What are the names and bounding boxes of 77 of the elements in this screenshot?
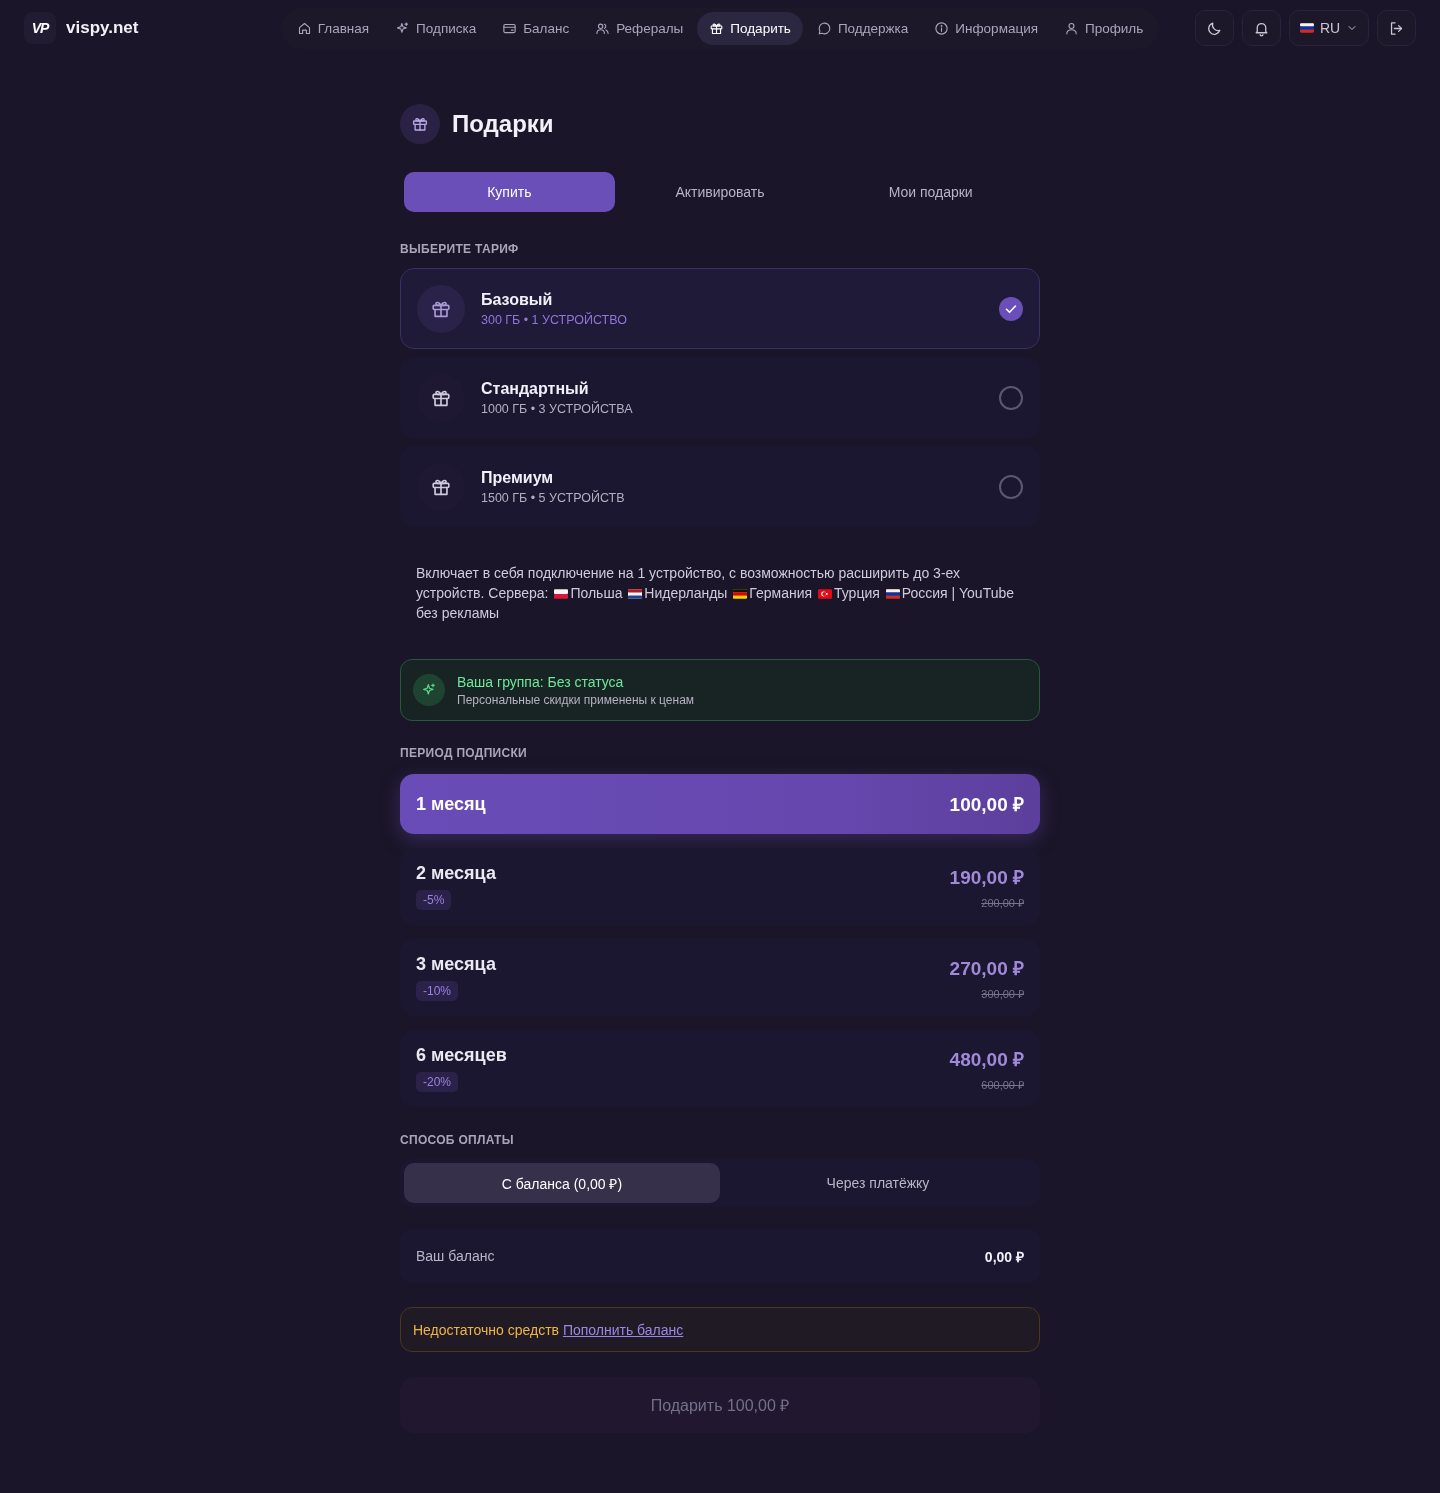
plan-card[interactable]: Базовый 300 ГБ • 1 УСТРОЙСТВО: [400, 268, 1040, 349]
sparkle-icon: [395, 20, 411, 36]
group-title: Ваша группа: Без статуса: [457, 673, 625, 690]
plan-details: 1000 ГБ • 3 УСТРОЙСТВА: [481, 401, 634, 416]
gift-icon: [417, 284, 465, 333]
old-price: 600,00 ₽: [981, 1077, 1024, 1092]
plan-card[interactable]: Стандартный 1000 ГБ • 3 УСТРОЙСТВА: [400, 357, 1040, 438]
plan-name: Базовый: [481, 290, 554, 309]
period-option[interactable]: 6 месяцев -20% 480,00 ₽ 600,00 ₽: [400, 1030, 1040, 1107]
nav-item[interactable]: Главная: [284, 11, 382, 45]
payment-method[interactable]: С баланса (0,00 ₽): [404, 1163, 720, 1203]
plan-name: Премиум: [481, 468, 555, 487]
plan-description: Включает в себя подключение на 1 устройство, с возможностью расширить до 3-ех устройств. Сервера: Польша Нидерланды Германия Турция Россия | YouTube без рекламы: [416, 564, 1016, 623]
balance-value: 0,00 ₽: [984, 1247, 1024, 1266]
period-name: 6 месяцев: [416, 1045, 507, 1066]
plan-details: 1500 ГБ • 5 УСТРОЙСТВ: [481, 490, 626, 505]
theme-button[interactable]: [1195, 10, 1234, 46]
plan-card[interactable]: Премиум 1500 ГБ • 5 УСТРОЙСТВ: [400, 446, 1040, 527]
user-icon: [1064, 20, 1079, 36]
russia-flag-icon: [1299, 23, 1314, 33]
logo[interactable]: VP: [24, 12, 56, 44]
period-option[interactable]: 3 месяца -10% 270,00 ₽ 300,00 ₽: [400, 939, 1040, 1016]
price: 480,00 ₽: [949, 1047, 1024, 1072]
users-icon: [595, 20, 611, 36]
section-label: ПЕРИОД ПОДПИСКИ: [400, 746, 529, 760]
period-option[interactable]: 2 месяца -5% 190,00 ₽ 200,00 ₽: [400, 848, 1040, 925]
discount-badge: -20%: [416, 1072, 458, 1092]
period-name: 1 месяц: [416, 793, 486, 815]
chat-bubble-icon: [816, 20, 832, 36]
payment-method[interactable]: Через платёжку: [720, 1163, 1036, 1203]
old-price: 300,00 ₽: [981, 986, 1024, 1001]
price: 100,00 ₽: [949, 793, 1024, 817]
gift-icon: [709, 20, 725, 36]
discount-badge: -5%: [416, 890, 452, 910]
info-icon: [934, 20, 950, 36]
period-name: 3 месяца: [416, 954, 496, 975]
russia-flag-icon: [885, 588, 900, 599]
radio-icon: [999, 474, 1023, 499]
plan-details: 300 ГБ • 1 УСТРОЙСТВО: [481, 312, 628, 327]
warning-message: Недостаточно средств Пополнить баланс: [413, 1321, 684, 1338]
top-up-link[interactable]: Пополнить баланс: [562, 1321, 684, 1338]
nav-item[interactable]: Рефералы: [583, 11, 696, 45]
poland-flag-icon: [554, 588, 569, 599]
nav-item[interactable]: Поддержка: [804, 11, 921, 45]
tab[interactable]: Мои подарки: [825, 172, 1036, 212]
tab[interactable]: Купить: [404, 172, 615, 212]
period-name: 2 месяца: [416, 863, 496, 884]
nav-item[interactable]: Подписка: [383, 11, 489, 45]
nav-item[interactable]: Профиль: [1052, 11, 1156, 45]
balance-label: Ваш баланс: [416, 1248, 495, 1264]
tab[interactable]: Активировать: [614, 172, 826, 212]
nav-item[interactable]: Информация: [922, 11, 1050, 45]
price: 190,00 ₽: [949, 865, 1024, 890]
page-title: Подарки: [452, 110, 554, 138]
section-label: СПОСОБ ОПЛАТЫ: [400, 1133, 515, 1147]
old-price: 200,00 ₽: [981, 895, 1024, 910]
nav-item[interactable]: Подарить: [697, 11, 803, 45]
logout-button[interactable]: [1377, 10, 1416, 46]
language-select[interactable]: RU: [1289, 10, 1369, 46]
period-option[interactable]: 1 месяц 100,00 ₽: [400, 774, 1040, 834]
logout-icon: [1388, 19, 1405, 37]
nav-item[interactable]: Баланс: [490, 11, 582, 45]
gift-icon: [400, 104, 440, 144]
radio-icon: [999, 385, 1023, 410]
sparkle-icon: [413, 674, 445, 706]
plan-name: Стандартный: [481, 379, 590, 398]
turkey-flag-icon: [818, 588, 832, 599]
notifications-button[interactable]: [1242, 10, 1281, 46]
germany-flag-icon: [733, 588, 748, 599]
group-subtitle: Персональные скидки применены к ценам: [457, 692, 695, 707]
netherlands-flag-icon: [628, 588, 643, 599]
brand-name: vispy.net: [66, 18, 139, 38]
check-icon: [999, 296, 1023, 321]
price: 270,00 ₽: [949, 956, 1024, 981]
discount-badge: -10%: [416, 981, 458, 1001]
section-label: ВЫБЕРИТЕ ТАРИФ: [400, 242, 520, 256]
home-icon: [296, 20, 312, 36]
